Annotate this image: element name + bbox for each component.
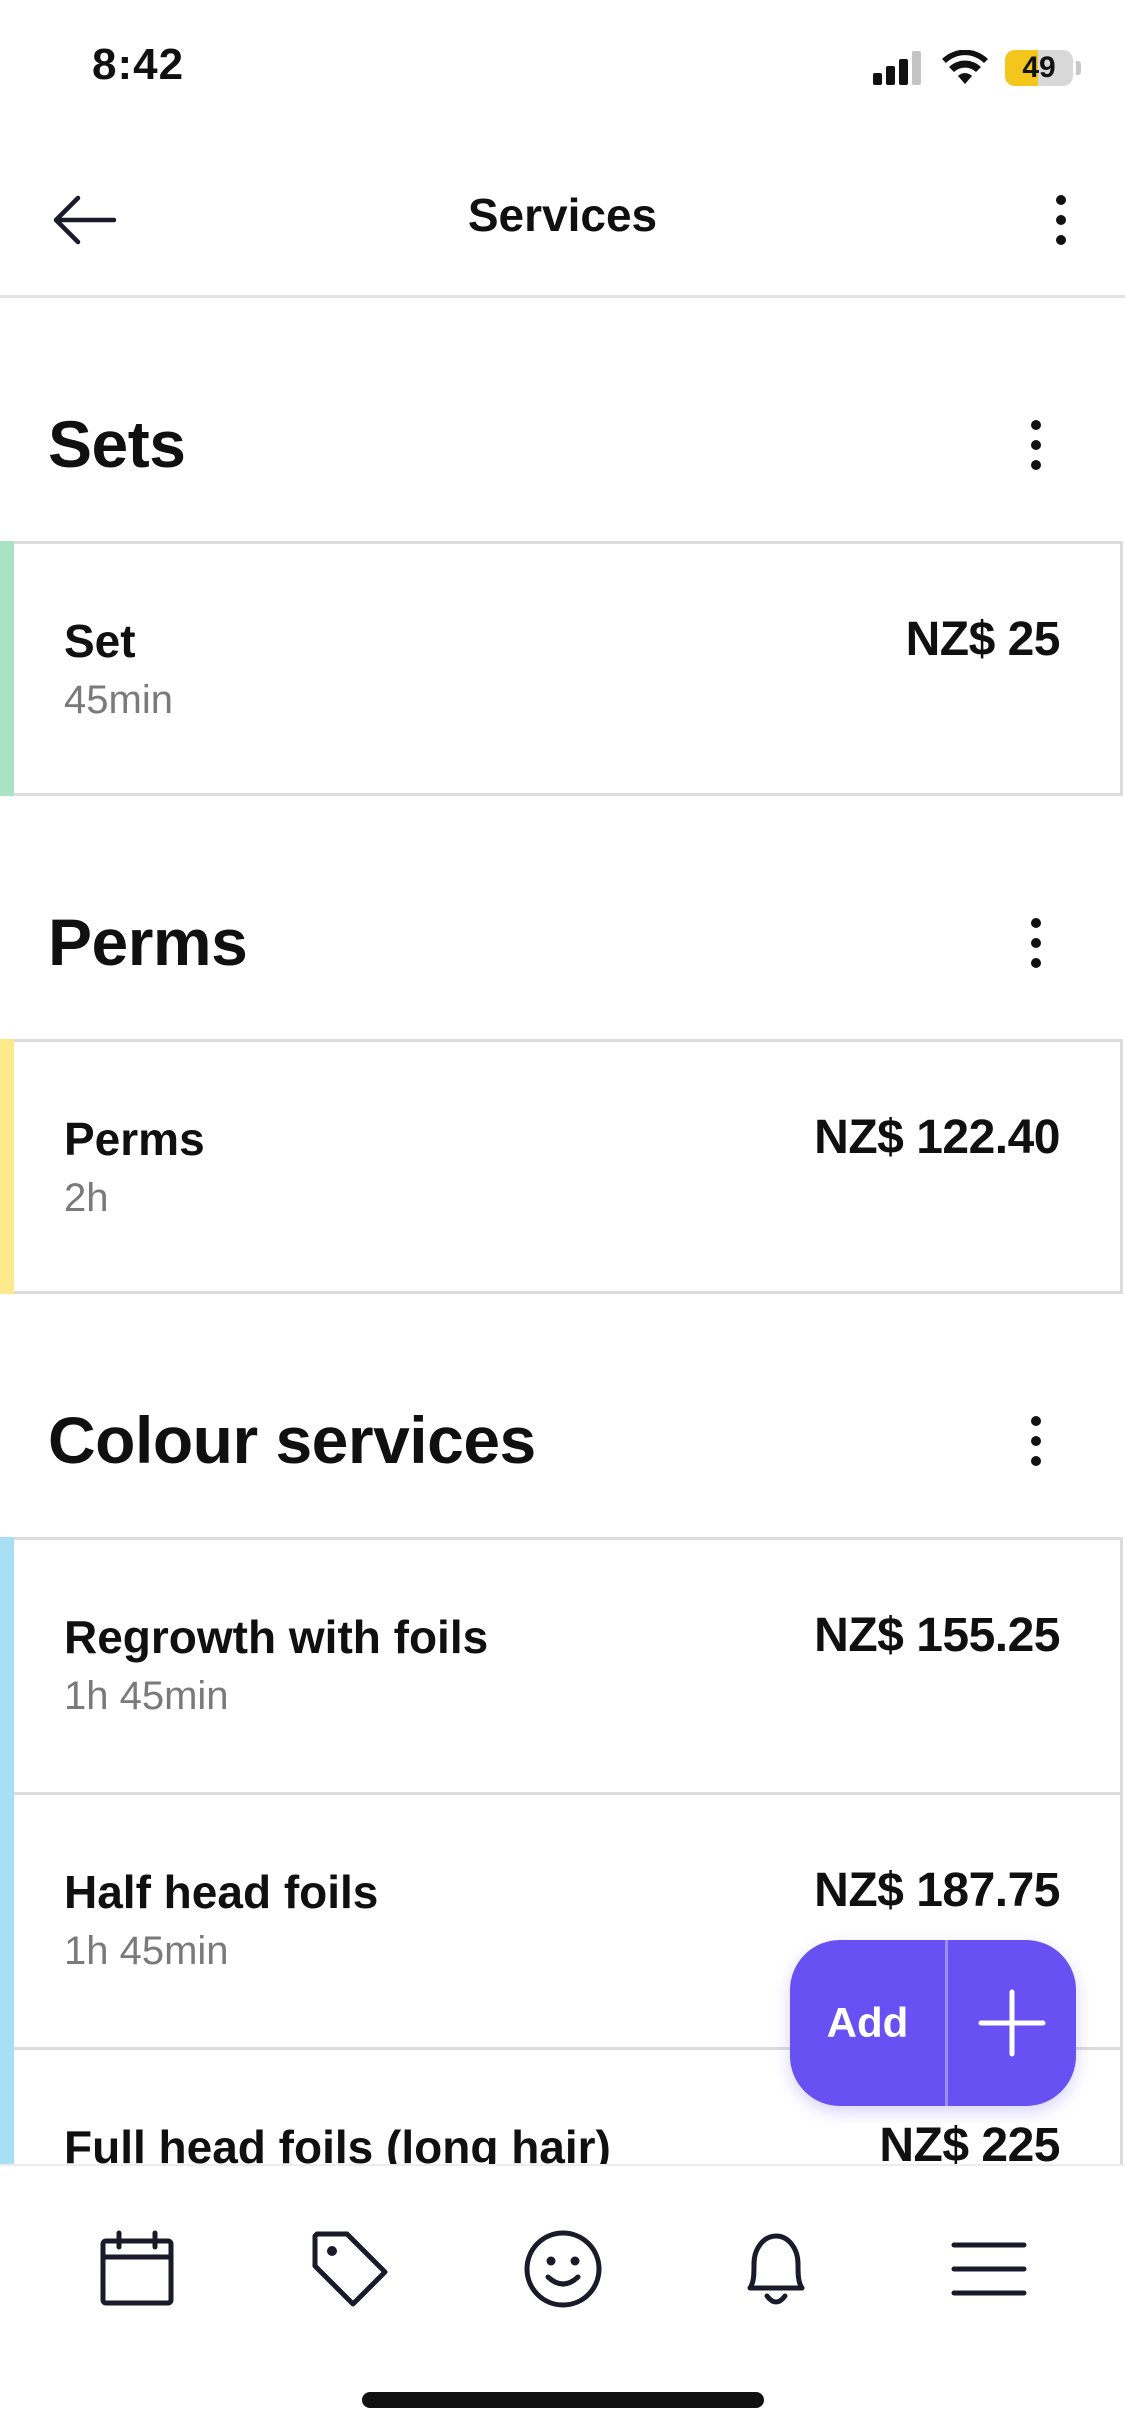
category-color-bar [0, 1039, 14, 1294]
service-price: NZ$ 122.40 [814, 1111, 1060, 1164]
signal-icon [873, 51, 921, 85]
service-list: Set 45min NZ$ 25 [0, 541, 1125, 796]
kebab-dot [1031, 938, 1041, 948]
category-color-bar [0, 1537, 14, 1795]
nav-menu[interactable] [934, 2214, 1044, 2324]
nav-calendar[interactable] [82, 2214, 192, 2324]
category-header: Sets [0, 298, 1125, 541]
battery-tip [1076, 61, 1081, 75]
category-section: Perms Perms 2h NZ$ 122.40 [0, 796, 1125, 1294]
menu-icon [951, 2242, 1026, 2296]
service-name: Set [64, 615, 136, 667]
services-screen: 8:42 49 Services Sets Set 45min NZ$ 25 P… [0, 0, 1125, 2436]
nav-clients[interactable] [508, 2214, 618, 2324]
kebab-dot [1056, 195, 1066, 205]
kebab-dot [1031, 1416, 1041, 1426]
category-color-bar [0, 541, 14, 796]
status-bar: 8:42 49 [0, 0, 1125, 140]
page-title: Services [467, 189, 658, 241]
kebab-dot [1056, 215, 1066, 225]
kebab-dot [1031, 460, 1041, 470]
smiley-icon [524, 2230, 601, 2308]
service-name: Half head foils [64, 1866, 379, 1918]
service-row[interactable]: Perms 2h NZ$ 122.40 [0, 1039, 1123, 1294]
kebab-dot [1031, 918, 1041, 928]
battery-body: 49 [1005, 50, 1073, 86]
service-name: Full head foils (long hair) [64, 2121, 611, 2164]
service-name: Perms [64, 1113, 205, 1165]
category-more-button[interactable] [1001, 1406, 1071, 1476]
wifi-icon [942, 50, 988, 84]
home-indicator [362, 2392, 764, 2408]
category-title: Perms [48, 905, 248, 979]
service-price: NZ$ 187.75 [814, 1864, 1060, 1917]
service-duration: 1h 45min [64, 1929, 229, 1973]
category-title: Sets [48, 407, 186, 481]
status-icons: 49 [873, 48, 1081, 88]
service-duration: 1h 45min [64, 1674, 229, 1718]
category-section: Sets Set 45min NZ$ 25 [0, 298, 1125, 796]
tag-icon [312, 2231, 387, 2307]
category-header: Colour services [0, 1294, 1125, 1537]
service-duration: 45min [64, 678, 173, 722]
category-color-bar [0, 2047, 14, 2164]
status-time: 8:42 [92, 40, 185, 89]
kebab-dot [1031, 420, 1041, 430]
more-options-button[interactable] [1021, 180, 1101, 260]
add-button-label: Add [826, 1999, 909, 2046]
calendar-icon [100, 2230, 173, 2306]
category-more-button[interactable] [1001, 908, 1071, 978]
category-color-bar [0, 1792, 14, 2050]
service-duration: 2h [64, 1176, 109, 1220]
kebab-dot [1031, 958, 1041, 968]
service-price: NZ$ 25 [905, 613, 1061, 666]
kebab-dot [1056, 235, 1066, 245]
kebab-dot [1031, 1456, 1041, 1466]
nav-notifications[interactable] [721, 2214, 831, 2324]
services-list: Sets Set 45min NZ$ 25 Perms Perms 2h NZ$ 122.40… [0, 298, 1125, 2164]
service-price: NZ$ 225 [879, 2119, 1060, 2164]
service-row[interactable]: Regrowth with foils 1h 45min NZ$ 155.25 [0, 1537, 1123, 1795]
service-name: Regrowth with foils [64, 1611, 489, 1663]
category-title: Colour services [48, 1403, 536, 1477]
bell-icon [747, 2233, 804, 2305]
service-row[interactable]: Set 45min NZ$ 25 [0, 541, 1123, 796]
service-price: NZ$ 155.25 [814, 1609, 1060, 1662]
nav-sales[interactable] [295, 2214, 405, 2324]
category-header: Perms [0, 796, 1125, 1039]
kebab-dot [1031, 440, 1041, 450]
service-list: Perms 2h NZ$ 122.40 [0, 1039, 1125, 1294]
kebab-dot [1031, 1436, 1041, 1446]
bottom-nav-items [0, 2214, 1125, 2324]
add-button[interactable]: Add [790, 1940, 1076, 2106]
category-more-button[interactable] [1001, 410, 1071, 480]
bottom-nav [0, 2164, 1125, 2436]
battery-level: 49 [1022, 51, 1056, 84]
battery-icon: 49 [1005, 50, 1081, 86]
app-header: Services [0, 140, 1125, 298]
plus-icon [948, 1988, 1076, 2058]
